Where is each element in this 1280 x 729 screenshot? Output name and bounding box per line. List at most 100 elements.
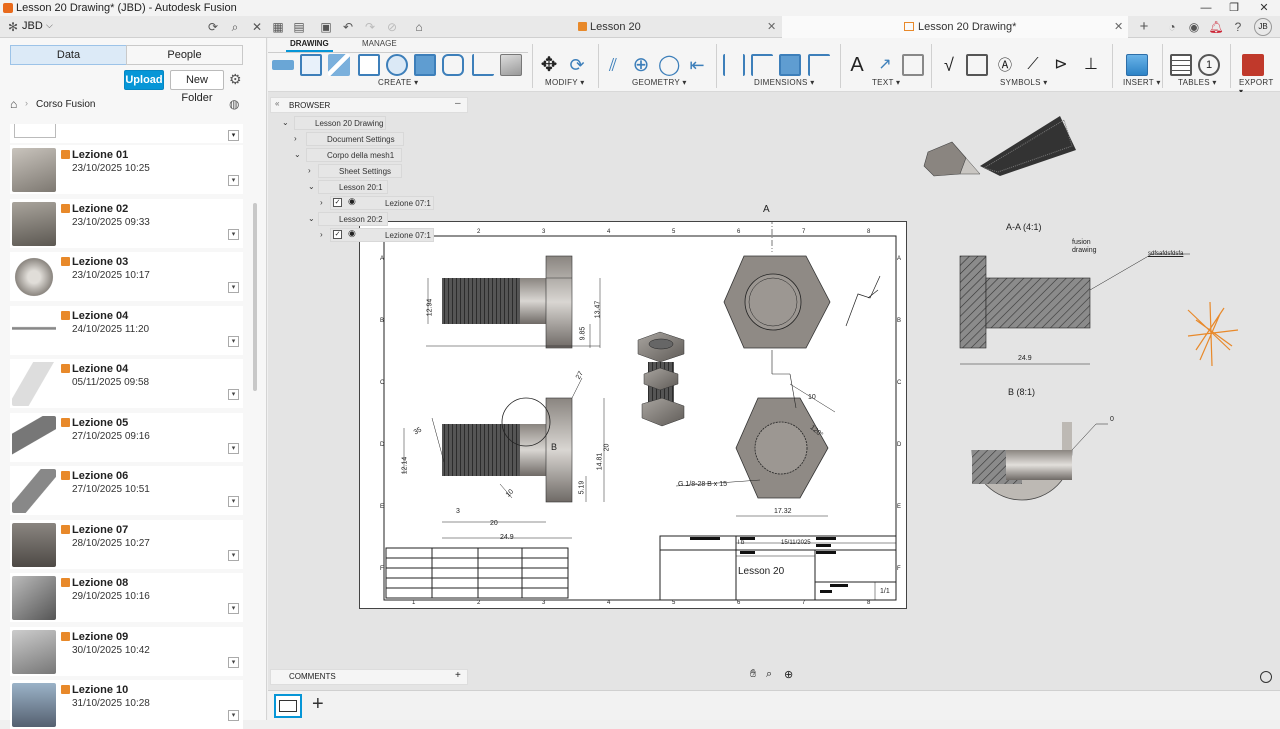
browser-header[interactable]: « BROWSER – — [270, 97, 468, 113]
eye-icon[interactable]: ◉ — [348, 196, 356, 207]
scrollbar-thumb[interactable] — [253, 203, 257, 391]
list-item[interactable]: Lezione 01 23/10/2025 10:25 ▾ — [10, 145, 243, 194]
note-drawing[interactable]: drawing — [1072, 247, 1097, 254]
chevron-down-icon[interactable]: ▾ — [228, 603, 239, 614]
extensions-icon[interactable]: ◔ — [1164, 19, 1180, 35]
browser-row-doc-settings[interactable]: Document Settings — [306, 132, 404, 146]
globe-icon[interactable]: ◍ — [229, 97, 239, 111]
text-group-label[interactable]: TEXT ▾ — [872, 78, 900, 87]
datum-identifier-icon[interactable]: Ⓐ — [994, 54, 1016, 76]
breadcrumb[interactable]: Corso Fusion — [36, 99, 95, 110]
projected-view-icon[interactable] — [300, 54, 322, 76]
dim-label[interactable]: 24.9 — [500, 534, 514, 541]
list-item[interactable]: Lezione 07 28/10/2025 10:27 ▾ — [10, 519, 243, 569]
upload-button[interactable]: Upload — [124, 70, 164, 90]
expand-arrow-icon[interactable]: ⌄ — [308, 180, 315, 194]
create-group-label[interactable]: CREATE ▾ — [378, 78, 419, 87]
dim-label[interactable]: 12.14 — [401, 457, 408, 475]
add-comment-icon[interactable]: + — [455, 669, 461, 683]
surface-texture-icon[interactable]: √ — [938, 54, 960, 76]
dim-label[interactable]: 13.47 — [594, 301, 601, 319]
baseline-icon[interactable] — [779, 54, 801, 76]
leader-note[interactable]: sdfsafdsfdsfa — [1148, 251, 1183, 257]
tab-data[interactable]: Data — [10, 45, 127, 65]
pdf-export-icon[interactable] — [1242, 54, 1264, 76]
comments-panel[interactable]: COMMENTS + — [270, 669, 468, 685]
text-icon[interactable]: A — [846, 54, 868, 76]
detail-view-icon[interactable] — [358, 54, 380, 76]
list-item[interactable]: Lezione 04 24/10/2025 11:20 ▾ — [10, 305, 243, 355]
expand-arrow-icon[interactable]: ⌄ — [294, 148, 301, 162]
chain-dimension-icon[interactable] — [808, 54, 830, 76]
taper-icon[interactable]: ⊥ — [1080, 54, 1102, 76]
tab-drawing[interactable]: DRAWING — [286, 39, 333, 52]
grid-apps-icon[interactable]: ✻ — [5, 19, 21, 35]
list-item[interactable]: Lezione 02 23/10/2025 09:33 ▾ — [10, 198, 243, 248]
tab-people[interactable]: People — [126, 45, 243, 65]
center-mark-icon[interactable]: ⊕ — [630, 54, 652, 76]
tab-lesson-20[interactable]: Lesson 20 ✕ — [440, 16, 780, 38]
chevron-down-icon[interactable]: ▾ — [228, 228, 239, 240]
weld-icon[interactable]: ⟋ — [1022, 54, 1044, 76]
expand-arrow-icon[interactable]: ⌄ — [308, 212, 315, 226]
insert-group-label[interactable]: INSERT ▾ — [1123, 78, 1161, 87]
dim-label[interactable]: 17.32 — [774, 508, 792, 515]
balloon-number-icon[interactable]: 1 — [1198, 54, 1220, 76]
insert-image-icon[interactable] — [1126, 54, 1148, 76]
new-folder-button[interactable]: New Folder — [170, 70, 224, 104]
dimensions-group-label[interactable]: DIMENSIONS ▾ — [754, 78, 815, 87]
center-pattern-icon[interactable]: ◯ — [658, 54, 680, 76]
chevron-down-icon[interactable]: ▾ — [228, 496, 239, 507]
minimize-button[interactable]: — — [1192, 0, 1220, 16]
chevron-down-icon[interactable]: ▾ — [228, 282, 239, 293]
add-sheet-icon[interactable]: + — [312, 693, 324, 716]
list-item[interactable]: Lezione 04 05/11/2025 09:58 ▾ — [10, 359, 243, 408]
collapse-icon[interactable]: « — [275, 99, 279, 108]
note-fusion[interactable]: fusion — [1072, 239, 1091, 246]
move-icon[interactable]: ✥ — [538, 54, 560, 76]
crop-icon[interactable] — [442, 54, 464, 76]
link-icon[interactable]: ⊘ — [384, 19, 400, 35]
dim-label[interactable]: 14.81 — [596, 453, 603, 471]
dim-label[interactable]: 10 — [808, 394, 816, 401]
home-icon[interactable]: ⌂ — [10, 97, 17, 111]
section-dim[interactable]: 24.9 — [1018, 355, 1032, 362]
redo-icon[interactable]: ↷ — [362, 19, 378, 35]
detail-dim[interactable]: 0 — [1110, 416, 1114, 423]
symbols-group-label[interactable]: SYMBOLS ▾ — [1000, 78, 1048, 87]
close-panel-icon[interactable]: ✕ — [249, 19, 265, 35]
eye-icon[interactable]: ◉ — [348, 228, 356, 239]
zoom-window-icon[interactable]: ⌕ — [766, 668, 772, 681]
browser-row-sheet-settings[interactable]: Sheet Settings — [318, 164, 402, 178]
balloon-icon[interactable] — [902, 54, 924, 76]
help-icon[interactable]: ? — [1230, 19, 1246, 35]
file-menu-icon[interactable]: ▤ — [291, 19, 307, 35]
chevron-down-icon[interactable]: ▾ — [228, 549, 239, 561]
edge-symbol-icon[interactable]: ⊳ — [1050, 54, 1072, 76]
table-icon[interactable] — [1170, 54, 1192, 76]
browser-row-drawing[interactable]: Lesson 20 Drawing — [294, 116, 386, 130]
geometry-group-label[interactable]: GEOMETRY ▾ — [632, 78, 687, 87]
browser-row-view-1[interactable]: Lesson 20:1 — [318, 180, 388, 194]
search-icon[interactable]: ⌕ — [227, 19, 243, 35]
expand-arrow-icon[interactable]: › — [320, 228, 323, 242]
section-view-title[interactable]: A-A (4:1) — [1006, 222, 1042, 232]
modify-group-label[interactable]: MODIFY ▾ — [545, 78, 585, 87]
list-item[interactable]: Lezione 09 30/10/2025 10:42 ▾ — [10, 626, 243, 676]
feature-control-frame-icon[interactable] — [966, 54, 988, 76]
component-icon[interactable] — [500, 54, 522, 76]
expand-arrow-icon[interactable]: › — [308, 164, 311, 178]
list-item[interactable]: Lezione 06 27/10/2025 10:51 ▾ — [10, 466, 243, 515]
tab-manage[interactable]: MANAGE — [362, 39, 397, 48]
expand-arrow-icon[interactable]: ⌄ — [282, 116, 289, 130]
list-item[interactable]: Lezione 08 29/10/2025 10:16 ▾ — [10, 573, 243, 622]
chevron-down-icon[interactable]: ▾ — [228, 130, 239, 141]
thread-note[interactable]: G 1/8-28 B x 15 — [678, 481, 727, 488]
avatar[interactable]: JB — [1254, 18, 1272, 36]
grid-menu-icon[interactable]: ▦ — [270, 19, 286, 35]
refresh-icon[interactable]: ⟳ — [205, 19, 221, 35]
list-item[interactable]: Lezione 05 27/10/2025 09:16 ▾ — [10, 412, 243, 462]
list-item[interactable]: Lezione 10 31/10/2025 10:28 ▾ — [10, 680, 243, 729]
visibility-checkbox[interactable]: ✓ — [333, 230, 342, 239]
list-item[interactable]: Lezione 03 23/10/2025 10:17 ▾ — [10, 252, 243, 301]
